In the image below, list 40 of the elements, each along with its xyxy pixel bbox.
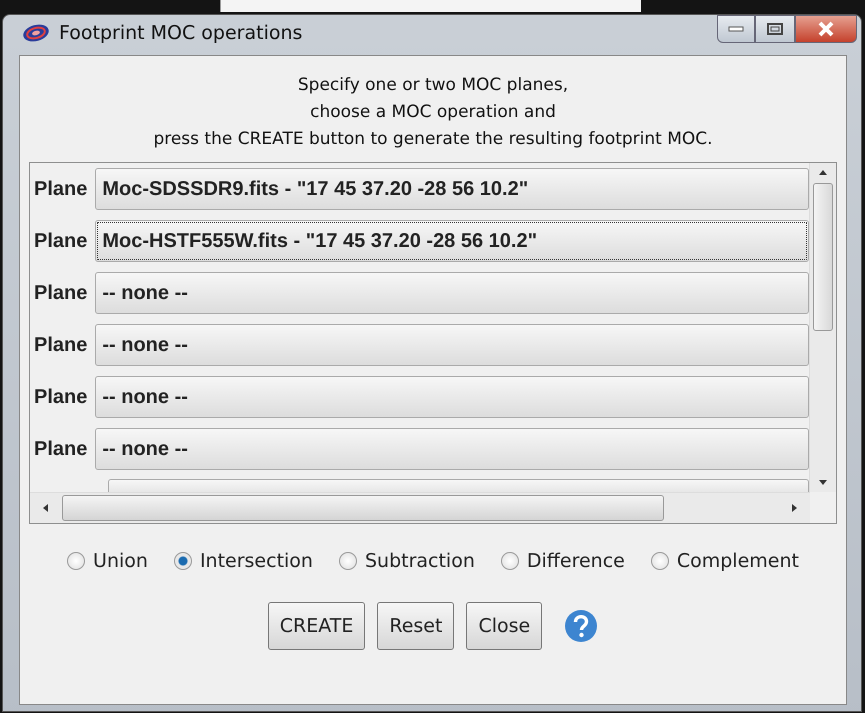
scroll-right-icon[interactable]: [792, 503, 798, 513]
dialog-button[interactable]: CREATE: [268, 602, 366, 650]
close-button[interactable]: [795, 15, 857, 43]
scroll-thumb[interactable]: [813, 183, 833, 331]
plane-dropdown[interactable]: -- none --: [95, 428, 809, 470]
instruction-text: press the CREATE button to generate the resulting footprint MOC.: [153, 128, 713, 151]
plane-label: Plane: [34, 178, 88, 200]
plane-label: Plane: [34, 334, 88, 356]
plane-dropdown[interactable]: Moc-HSTF555W.fits - "17 45 37.20 -28 56 10.2": [95, 220, 809, 262]
plane-label: Plane: [34, 230, 88, 252]
plane-label: Plane: [34, 282, 88, 304]
minimize-icon: [728, 26, 744, 32]
galaxy-icon: [21, 22, 51, 44]
operation-radio[interactable]: Union: [67, 550, 148, 572]
plane-label: Plane: [34, 386, 88, 408]
scroll-down-icon[interactable]: [818, 480, 828, 486]
plane-dropdown[interactable]: -- none --: [95, 376, 809, 418]
vertical-scrollbar[interactable]: [809, 163, 836, 492]
plane-label: Plane: [34, 438, 88, 460]
minimize-button[interactable]: [717, 15, 755, 43]
instruction-text: choose a MOC operation and: [309, 101, 557, 124]
maximize-button[interactable]: [755, 15, 795, 43]
close-icon: [816, 21, 836, 37]
maximize-icon: [766, 22, 784, 36]
help-icon[interactable]: [564, 609, 598, 643]
scroll-left-icon[interactable]: [42, 503, 48, 513]
plane-dropdown[interactable]: -- none --: [95, 272, 809, 314]
instruction-text: Specify one or two MOC planes,: [296, 74, 570, 97]
operation-radio[interactable]: Subtraction: [338, 550, 475, 572]
scroll-thumb[interactable]: [62, 495, 664, 521]
plane-dropdown[interactable]: Moc-SDSSDR9.fits - "17 45 37.20 -28 56 10.2": [95, 168, 809, 210]
operation-radio[interactable]: Difference: [500, 550, 625, 572]
dialog-button[interactable]: Reset: [377, 602, 454, 650]
dialog-button[interactable]: Close: [466, 602, 542, 650]
horizontal-scrollbar[interactable]: [30, 492, 810, 523]
window-title: Footprint MOC operations: [59, 22, 302, 44]
operation-radio[interactable]: Complement: [650, 550, 799, 572]
plane-dropdown[interactable]: -- none --: [95, 324, 809, 366]
scroll-up-icon[interactable]: [818, 169, 828, 175]
operation-radio[interactable]: Intersection: [174, 550, 313, 572]
